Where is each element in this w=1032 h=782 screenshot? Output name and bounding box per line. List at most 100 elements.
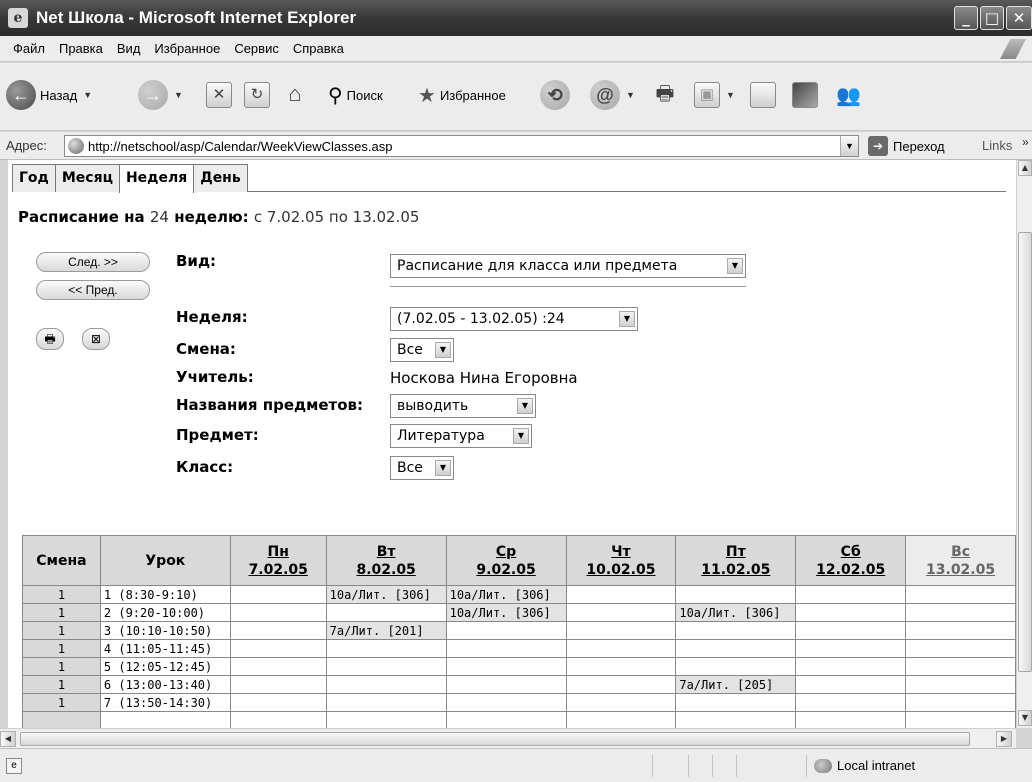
column-header-day[interactable]: Вс 13.02.05 (905, 535, 1016, 586)
messenger-button[interactable] (792, 77, 818, 113)
intranet-zone-icon (814, 759, 832, 773)
address-dropdown[interactable]: ▼ (840, 136, 858, 156)
cell-slot (675, 693, 797, 712)
cell-shift: 1 (22, 585, 101, 604)
close-button[interactable]: ✕ (1006, 6, 1032, 30)
maximize-button[interactable]: □ (980, 6, 1004, 30)
horizontal-scroll-thumb[interactable] (20, 732, 970, 746)
cell-slot (229, 585, 327, 604)
cell-slot (905, 639, 1016, 658)
tab-day[interactable]: День (193, 164, 248, 192)
cell-slot[interactable]: 7а/Лит. [201] (325, 621, 447, 640)
chevron-down-icon: ▼ (174, 90, 183, 100)
history-button[interactable]: ⟲ (540, 77, 570, 113)
week-select[interactable]: (7.02.05 - 13.02.05) :24 ▼ (390, 307, 638, 331)
next-week-button[interactable]: След. >> (36, 252, 150, 272)
printer-icon: 🖶 (655, 83, 675, 105)
cell-lesson: 6 (13:00-13:40) (99, 675, 231, 694)
cell-slot[interactable]: 10а/Лит. [306] (675, 603, 797, 622)
cell-slot (445, 657, 567, 676)
cell-slot[interactable]: 7а/Лит. [205] (675, 675, 797, 694)
subject-select[interactable]: Литература ▼ (390, 424, 532, 448)
refresh-icon: ↻ (244, 82, 270, 108)
column-header-day[interactable]: Чт 10.02.05 (565, 535, 677, 586)
view-select[interactable]: Расписание для класса или предмета ▼ (390, 254, 746, 278)
cell-slot (795, 585, 907, 604)
menu-favorites[interactable]: Избранное (154, 41, 220, 56)
column-header-day[interactable]: Сб 12.02.05 (795, 535, 907, 586)
search-button[interactable]: ⚲ Поиск (328, 77, 383, 113)
menu-view[interactable]: Вид (117, 41, 141, 56)
menu-edit[interactable]: Правка (59, 41, 103, 56)
favorites-button[interactable]: ★ Избранное (418, 77, 506, 113)
tab-year[interactable]: Год (12, 164, 56, 192)
day-name: Пн (267, 543, 289, 560)
vertical-scrollbar[interactable]: ▲ ▼ (1016, 160, 1032, 728)
class-select[interactable]: Все ▼ (390, 456, 454, 480)
day-name: Вс (951, 543, 971, 560)
discuss-button[interactable] (750, 77, 776, 113)
cell-slot (445, 621, 567, 640)
column-header-day[interactable]: Пн 7.02.05 (229, 535, 327, 586)
menu-file[interactable]: Файл (13, 41, 45, 56)
cell-shift (22, 711, 101, 728)
view-select-value: Расписание для класса или предмета (397, 258, 678, 274)
standard-toolbar: ← Назад ▼ → ▼ ✕ ↻ ⌂ ⚲ Поиск ★ Избранное … (0, 63, 1032, 131)
status-divider (806, 755, 807, 777)
scroll-down-arrow-icon[interactable]: ▼ (1018, 710, 1032, 726)
export-excel-button[interactable]: ⊠ (82, 328, 110, 350)
forward-button[interactable]: → ▼ (138, 77, 183, 113)
excel-icon: ⊠ (90, 332, 102, 346)
day-name: Вт (376, 543, 396, 560)
edit-button[interactable]: ▣ ▼ (694, 77, 735, 113)
column-header-day[interactable]: Вт 8.02.05 (325, 535, 447, 586)
scroll-left-arrow-icon[interactable]: ◀ (0, 731, 16, 747)
stop-button[interactable]: ✕ (206, 77, 232, 113)
messenger-icon (792, 82, 818, 108)
scroll-right-arrow-icon[interactable]: ▶ (996, 731, 1012, 747)
shift-select[interactable]: Все ▼ (390, 338, 454, 362)
address-input[interactable]: http://netschool/asp/Calendar/WeekViewCl… (64, 135, 859, 157)
prev-week-button[interactable]: << Пред. (36, 280, 150, 300)
tab-week[interactable]: Неделя (118, 164, 195, 193)
cell-slot[interactable]: 10а/Лит. [306] (445, 603, 567, 622)
go-button[interactable]: ➔ Переход (868, 136, 945, 156)
print-page-button[interactable]: 🖶 (36, 328, 64, 350)
refresh-button[interactable]: ↻ (244, 77, 270, 113)
cell-slot (325, 639, 447, 658)
cell-slot[interactable]: 10а/Лит. [306] (325, 585, 447, 604)
cell-slot (325, 675, 447, 694)
mail-button[interactable]: @ ▼ (590, 77, 635, 113)
menu-tools[interactable]: Сервис (234, 41, 279, 56)
address-label: Адрес: (6, 138, 47, 153)
links-button[interactable]: Links (982, 138, 1012, 153)
heading-range: с 7.02.05 по 13.02.05 (253, 208, 420, 226)
vertical-scroll-thumb[interactable] (1018, 232, 1032, 672)
cell-shift: 1 (22, 657, 101, 676)
cell-slot (229, 657, 327, 676)
cell-lesson: 4 (11:05-11:45) (99, 639, 231, 658)
cell-slot[interactable]: 10а/Лит. [306] (445, 585, 567, 604)
shift-select-value: Все (397, 342, 423, 358)
cell-slot (905, 657, 1016, 676)
column-header-day[interactable]: Ср 9.02.05 (445, 535, 567, 586)
minimize-button[interactable]: _ (954, 6, 978, 30)
chevron-down-icon: ▼ (435, 460, 451, 476)
favorites-label: Избранное (439, 87, 506, 103)
subject-names-select[interactable]: выводить ▼ (390, 394, 536, 418)
cell-shift: 1 (22, 675, 101, 694)
research-button[interactable]: 👥 (836, 77, 861, 113)
menu-help[interactable]: Справка (293, 41, 344, 56)
column-header-day[interactable]: Пт 11.02.05 (675, 535, 797, 586)
subject-label: Предмет: (176, 426, 259, 444)
back-button[interactable]: ← Назад ▼ (6, 77, 92, 113)
scroll-up-arrow-icon[interactable]: ▲ (1018, 160, 1032, 176)
home-button[interactable]: ⌂ (282, 77, 308, 113)
go-label: Переход (893, 138, 945, 154)
search-icon: ⚲ (328, 84, 343, 107)
print-button[interactable]: 🖶 (652, 77, 678, 113)
week-label: Неделя: (176, 308, 248, 326)
tab-month[interactable]: Месяц (54, 164, 120, 192)
star-icon: ★ (418, 84, 436, 107)
horizontal-scrollbar[interactable]: ◀ ▶ (0, 728, 1016, 748)
